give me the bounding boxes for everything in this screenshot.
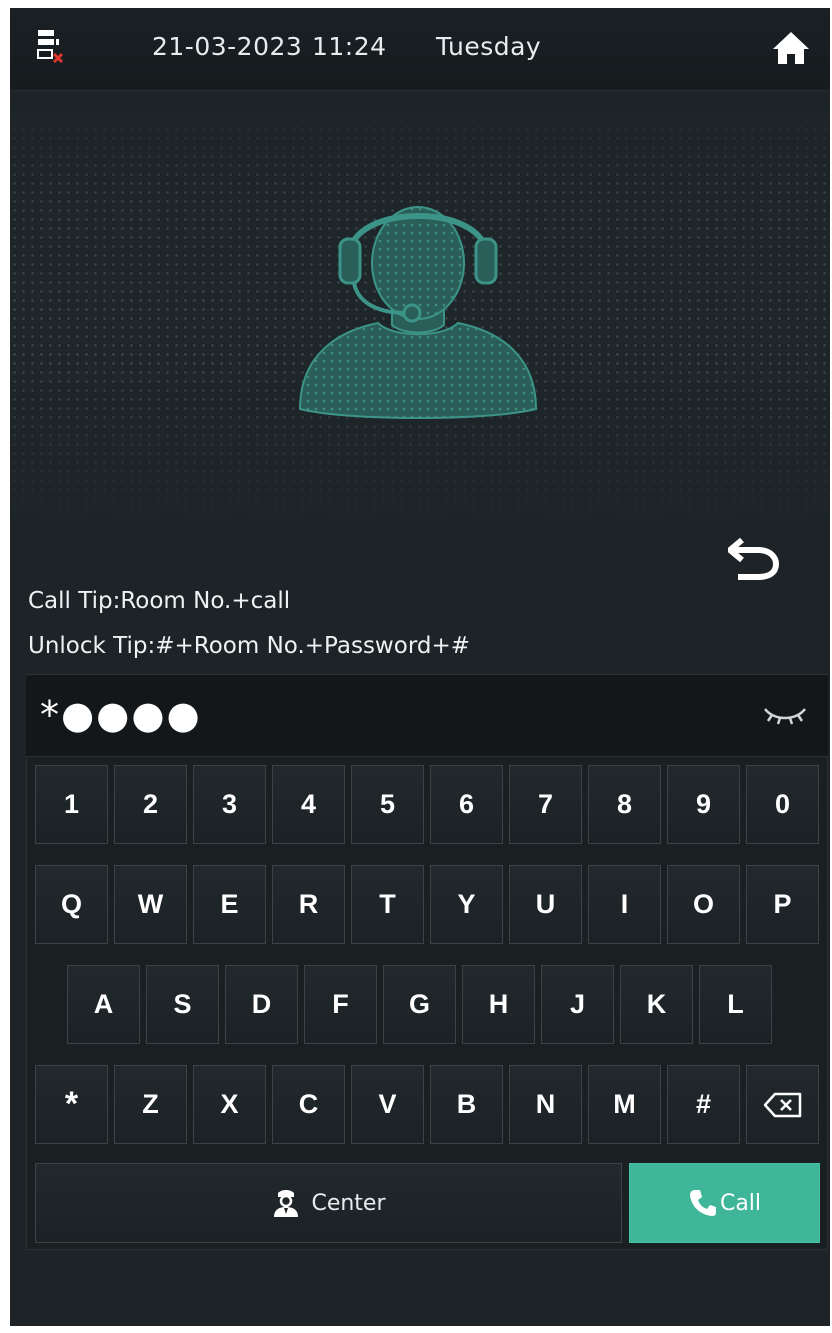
home-icon[interactable] — [772, 30, 810, 66]
call-label: Call — [719, 1190, 762, 1216]
status-date: 21-03-2023 — [152, 32, 303, 61]
key-d[interactable]: D — [225, 965, 298, 1044]
key-z[interactable]: Z — [114, 1065, 187, 1144]
key-g[interactable]: G — [383, 965, 456, 1044]
call-tip: Call Tip:Room No.+call — [28, 588, 291, 614]
key-x[interactable]: X — [193, 1065, 266, 1144]
password-value: *●●●● — [40, 693, 202, 737]
key-8[interactable]: 8 — [588, 765, 661, 844]
key-9[interactable]: 9 — [667, 765, 740, 844]
status-time: 11:24 — [312, 32, 387, 61]
key-0[interactable]: 0 — [746, 765, 819, 844]
key-w[interactable]: W — [114, 865, 187, 944]
key-m[interactable]: M — [588, 1065, 661, 1144]
center-button[interactable]: Center — [35, 1163, 622, 1243]
key-5[interactable]: 5 — [351, 765, 424, 844]
key-a[interactable]: A — [67, 965, 140, 1044]
status-bar: 21-03-2023 11:24 Tuesday — [10, 8, 830, 91]
unlock-tip: Unlock Tip:#+Room No.+Password+# — [28, 633, 471, 659]
key-k[interactable]: K — [620, 965, 693, 1044]
key-o[interactable]: O — [667, 865, 740, 944]
key-2[interactable]: 2 — [114, 765, 187, 844]
key-1[interactable]: 1 — [35, 765, 108, 844]
keypad: 1 2 3 4 5 6 7 8 9 0 Q W E R T Y U I O P … — [26, 756, 828, 1250]
phone-icon — [689, 1190, 716, 1216]
key-n[interactable]: N — [509, 1065, 582, 1144]
key-h[interactable]: H — [462, 965, 535, 1044]
call-center-agent-icon — [298, 206, 538, 419]
eye-closed-icon[interactable] — [762, 703, 808, 727]
key-r[interactable]: R — [272, 865, 345, 944]
intercom-screen: 21-03-2023 11:24 Tuesday Call Tip:Room N… — [10, 8, 830, 1326]
network-disconnected-icon — [37, 30, 64, 64]
key-f[interactable]: F — [304, 965, 377, 1044]
call-button[interactable]: Call — [629, 1163, 820, 1243]
center-label: Center — [311, 1190, 386, 1216]
key-v[interactable]: V — [351, 1065, 424, 1144]
key-u[interactable]: U — [509, 865, 582, 944]
back-arrow-icon[interactable] — [728, 532, 780, 580]
password-field[interactable]: *●●●● — [26, 674, 828, 758]
key-p[interactable]: P — [746, 865, 819, 944]
key-q[interactable]: Q — [35, 865, 108, 944]
security-guard-icon — [274, 1190, 299, 1217]
key-c[interactable]: C — [272, 1065, 345, 1144]
backspace-icon — [763, 1092, 801, 1117]
key-4[interactable]: 4 — [272, 765, 345, 844]
key-star[interactable]: * — [35, 1065, 108, 1144]
key-b[interactable]: B — [430, 1065, 503, 1144]
key-t[interactable]: T — [351, 865, 424, 944]
backspace-key[interactable] — [746, 1065, 819, 1144]
key-s[interactable]: S — [146, 965, 219, 1044]
key-i[interactable]: I — [588, 865, 661, 944]
key-6[interactable]: 6 — [430, 765, 503, 844]
key-e[interactable]: E — [193, 865, 266, 944]
key-7[interactable]: 7 — [509, 765, 582, 844]
key-3[interactable]: 3 — [193, 765, 266, 844]
status-weekday: Tuesday — [436, 32, 542, 61]
key-y[interactable]: Y — [430, 865, 503, 944]
key-j[interactable]: J — [541, 965, 614, 1044]
key-l[interactable]: L — [699, 965, 772, 1044]
key-hash[interactable]: # — [667, 1065, 740, 1144]
